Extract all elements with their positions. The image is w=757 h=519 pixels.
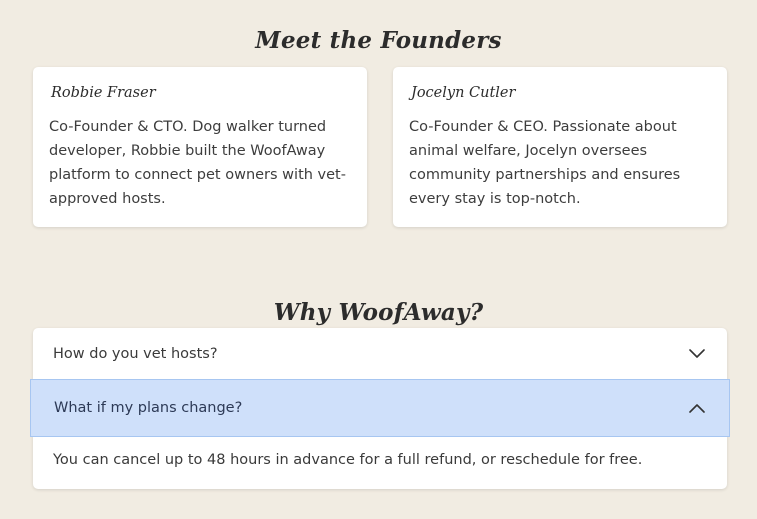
founder-name: Jocelyn Cutler (411, 85, 516, 101)
chevron-up-icon (689, 404, 705, 413)
founder-card-robbie: Robbie Fraser Co-Founder & CTO. Dog walk… (33, 67, 367, 227)
founder-name: Robbie Fraser (51, 85, 156, 101)
faq-accordion: How do you vet hosts? What if my plans c… (30, 328, 730, 489)
faq-item-vet-hosts[interactable]: How do you vet hosts? (33, 328, 727, 380)
why-section-title: Why WoofAway? (273, 299, 484, 327)
chevron-down-icon (689, 348, 705, 358)
faq-question: How do you vet hosts? (53, 346, 218, 362)
founder-bio: Co-Founder & CEO. Passionate about anima… (409, 119, 681, 207)
faq-question: What if my plans change? (54, 400, 243, 416)
faq-answer: You can cancel up to 48 hours in advance… (53, 452, 643, 468)
founder-bio: Co-Founder & CTO. Dog walker turned deve… (49, 119, 346, 207)
founder-card-jocelyn: Jocelyn Cutler Co-Founder & CEO. Passion… (393, 67, 727, 227)
founders-section-title: Meet the Founders (255, 27, 502, 55)
faq-item-plans-change[interactable]: What if my plans change? (30, 379, 730, 437)
